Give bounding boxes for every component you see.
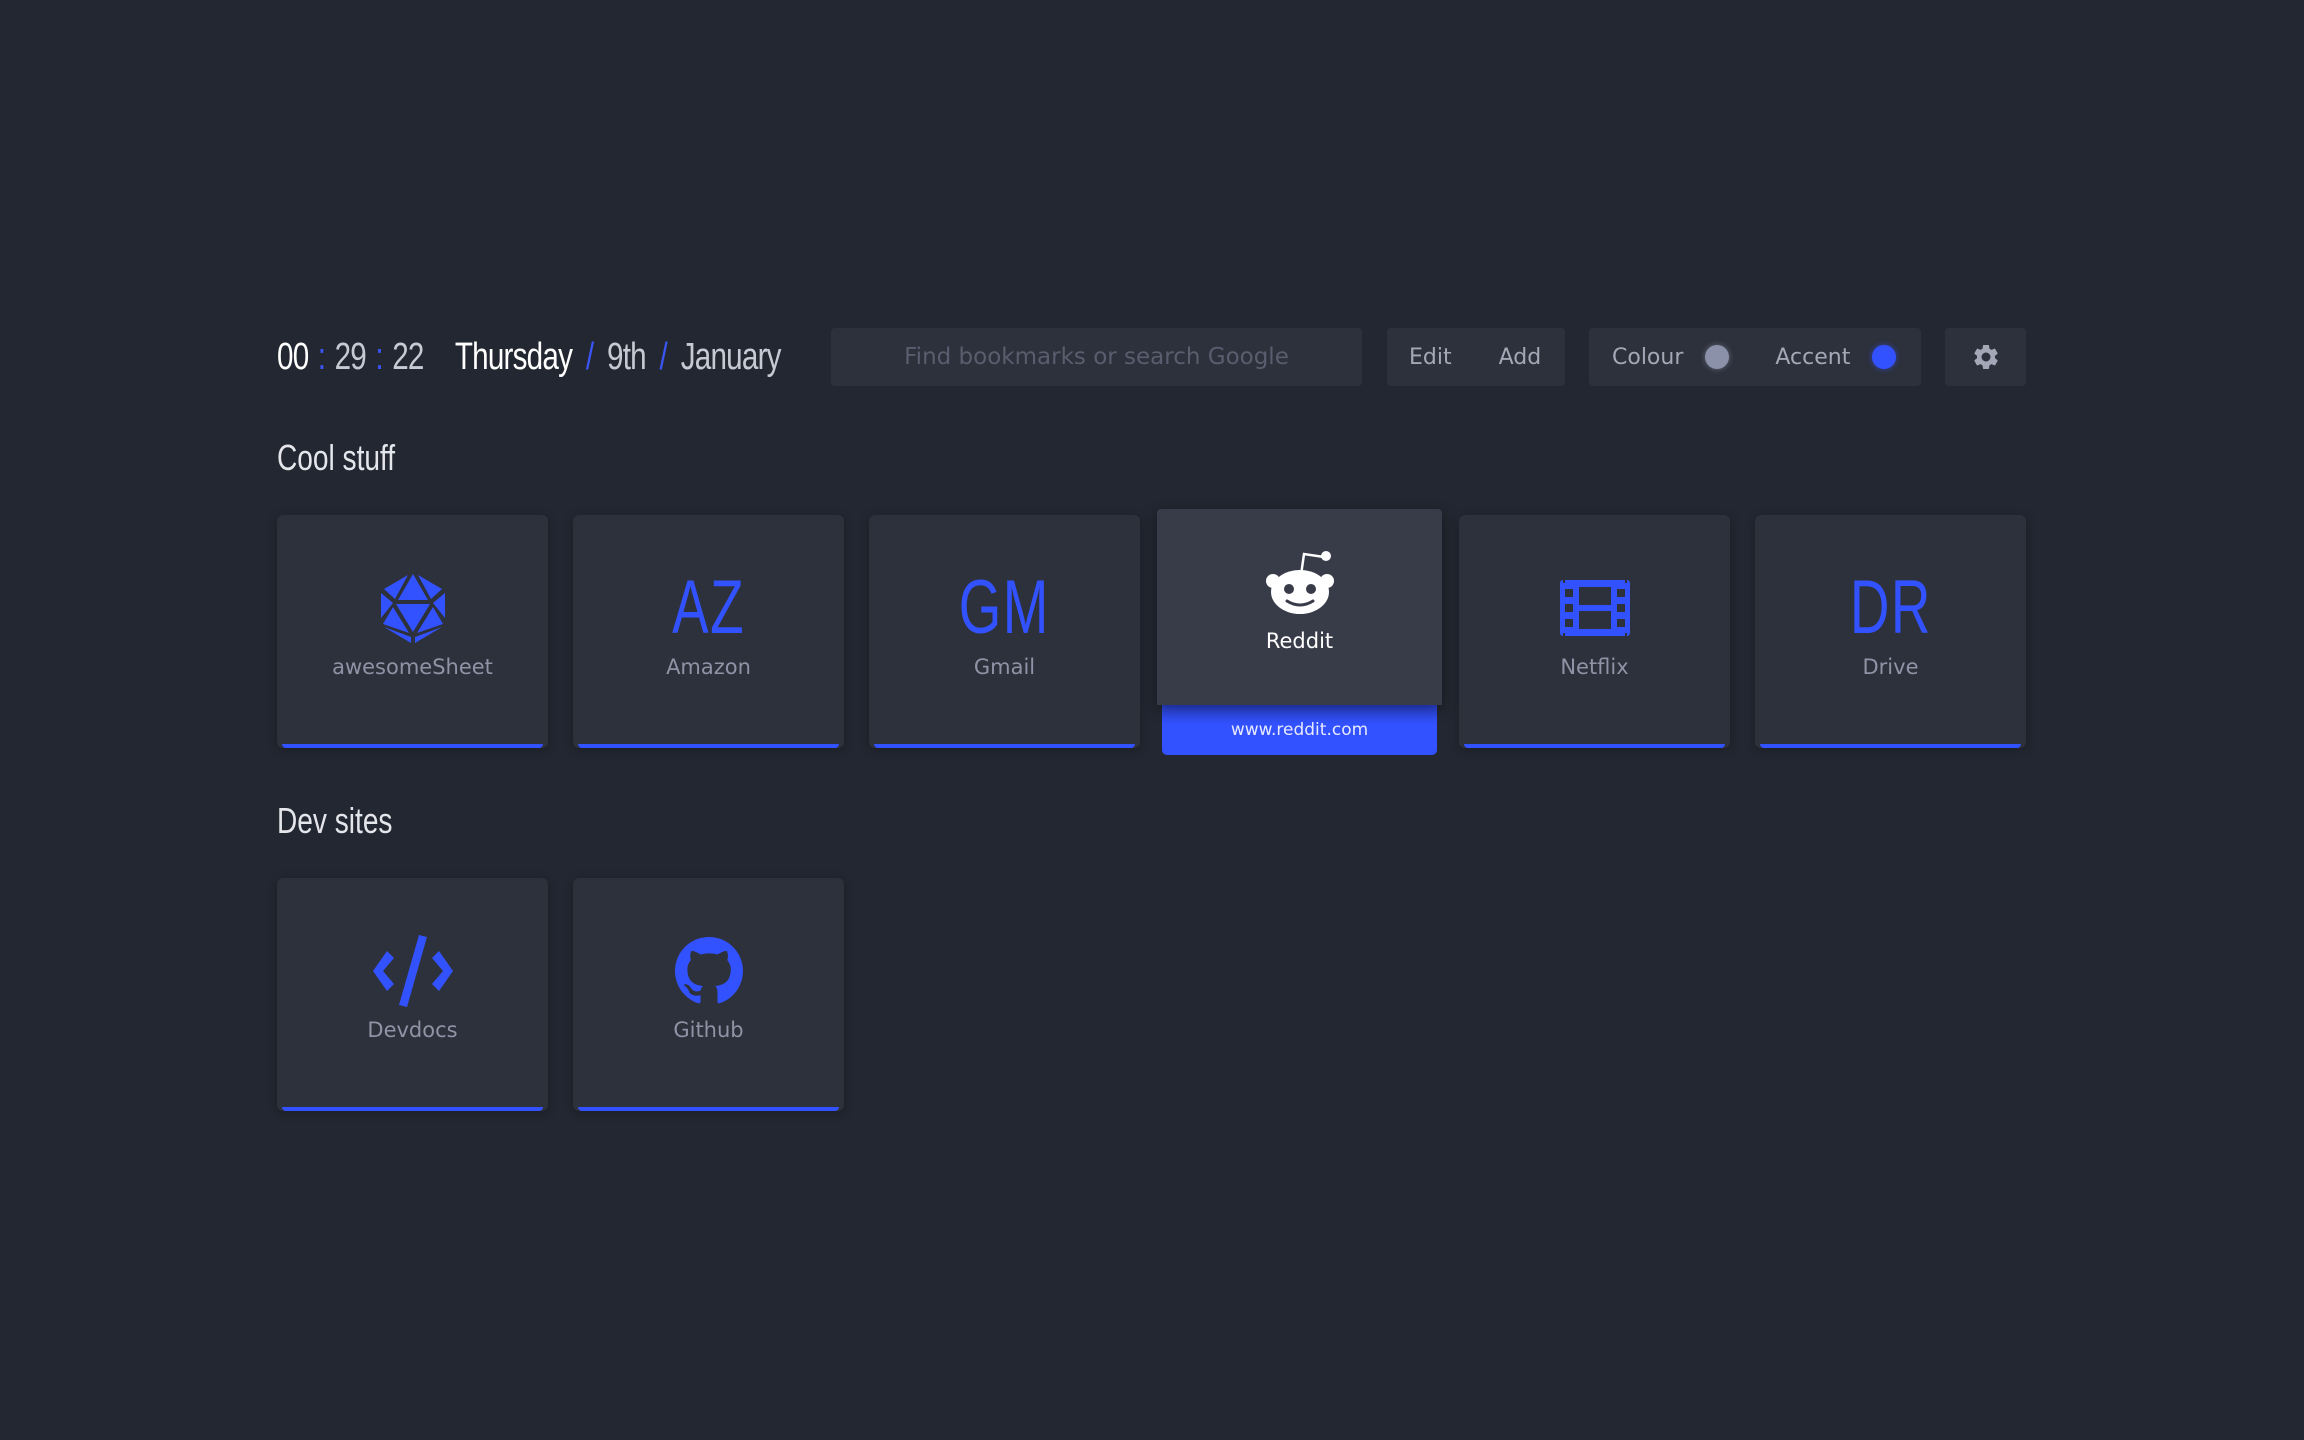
bookmark-tile-devdocs[interactable]: Devdocs <box>277 878 548 1111</box>
group-title-cool-stuff: Cool stuff <box>277 437 396 478</box>
bookmark-name: Gmail <box>973 655 1036 679</box>
bookmark-tile-gmail[interactable]: GM Gmail <box>869 515 1140 748</box>
accent-bar <box>578 744 839 748</box>
header: 00 : 29 : 22 Thursday / 9th / January <box>277 328 923 386</box>
accent-bar <box>1760 744 2021 748</box>
date-day: Thursday <box>454 335 573 378</box>
bookmark-tile-netflix[interactable]: Netflix <box>1459 515 1730 748</box>
accent-bar <box>874 744 1135 748</box>
accent-bar <box>1464 744 1725 748</box>
bookmark-tile-amazon[interactable]: AZ Amazon <box>573 515 844 748</box>
bookmark-name: Netflix <box>1560 655 1629 679</box>
clock-minutes: 29 <box>334 335 367 378</box>
bookmark-tile-drive[interactable]: DR Drive <box>1755 515 2026 748</box>
colour-picker-dot[interactable] <box>1705 345 1730 369</box>
edit-button[interactable]: Edit <box>1409 345 1452 370</box>
bookmark-name: Github <box>673 1018 744 1042</box>
date-number: 9th <box>606 335 647 378</box>
bookmark-name: Drive <box>1862 655 1919 679</box>
clock: 00 : 29 : 22 Thursday / 9th / January <box>277 328 781 386</box>
bookmark-name: Devdocs <box>367 1018 458 1042</box>
film-icon <box>1559 579 1630 636</box>
settings-button[interactable] <box>1945 328 2026 386</box>
date-month: January <box>680 335 782 378</box>
clock-separator: : <box>317 335 326 378</box>
edit-add-group: Edit Add <box>1387 328 1565 386</box>
bookmark-tile-reddit[interactable]: Reddit <box>1157 509 1442 705</box>
d20-icon <box>380 573 445 643</box>
bookmark-tile-awesomesheet[interactable]: awesomeSheet <box>277 515 548 748</box>
clock-seconds: 22 <box>392 335 424 378</box>
github-icon <box>674 936 743 1003</box>
date: Thursday / 9th / January <box>454 335 782 379</box>
theme-controls: Colour Accent <box>1589 328 1921 386</box>
colour-label: Colour <box>1612 344 1684 370</box>
reddit-icon <box>1265 550 1334 614</box>
clock-hours: 00 <box>277 335 309 378</box>
accent-bar <box>578 1107 839 1111</box>
code-icon <box>372 934 453 1007</box>
accent-bar <box>282 744 543 748</box>
accent-bar <box>282 1107 543 1111</box>
date-separator: / <box>659 335 668 378</box>
accent-picker-dot[interactable] <box>1872 345 1897 369</box>
bookmark-tile-github[interactable]: Github <box>573 878 844 1111</box>
accent-label: Accent <box>1775 344 1851 370</box>
bookmark-letters: GM <box>958 565 1051 650</box>
bookmark-name: awesomeSheet <box>332 655 493 679</box>
bookmark-name: Amazon <box>666 655 751 679</box>
add-button[interactable]: Add <box>1499 345 1542 370</box>
bookmark-name: Reddit <box>1265 629 1334 653</box>
date-separator: / <box>585 335 594 378</box>
bookmark-letters: DR <box>1849 565 1932 650</box>
clock-separator: : <box>375 335 383 378</box>
gear-icon <box>1973 344 1998 369</box>
bookmark-letters: AZ <box>672 565 745 650</box>
group-title-dev-sites: Dev sites <box>277 800 393 841</box>
search-input[interactable] <box>831 328 1362 386</box>
bookmark-url[interactable]: www.reddit.com <box>1162 705 1437 755</box>
